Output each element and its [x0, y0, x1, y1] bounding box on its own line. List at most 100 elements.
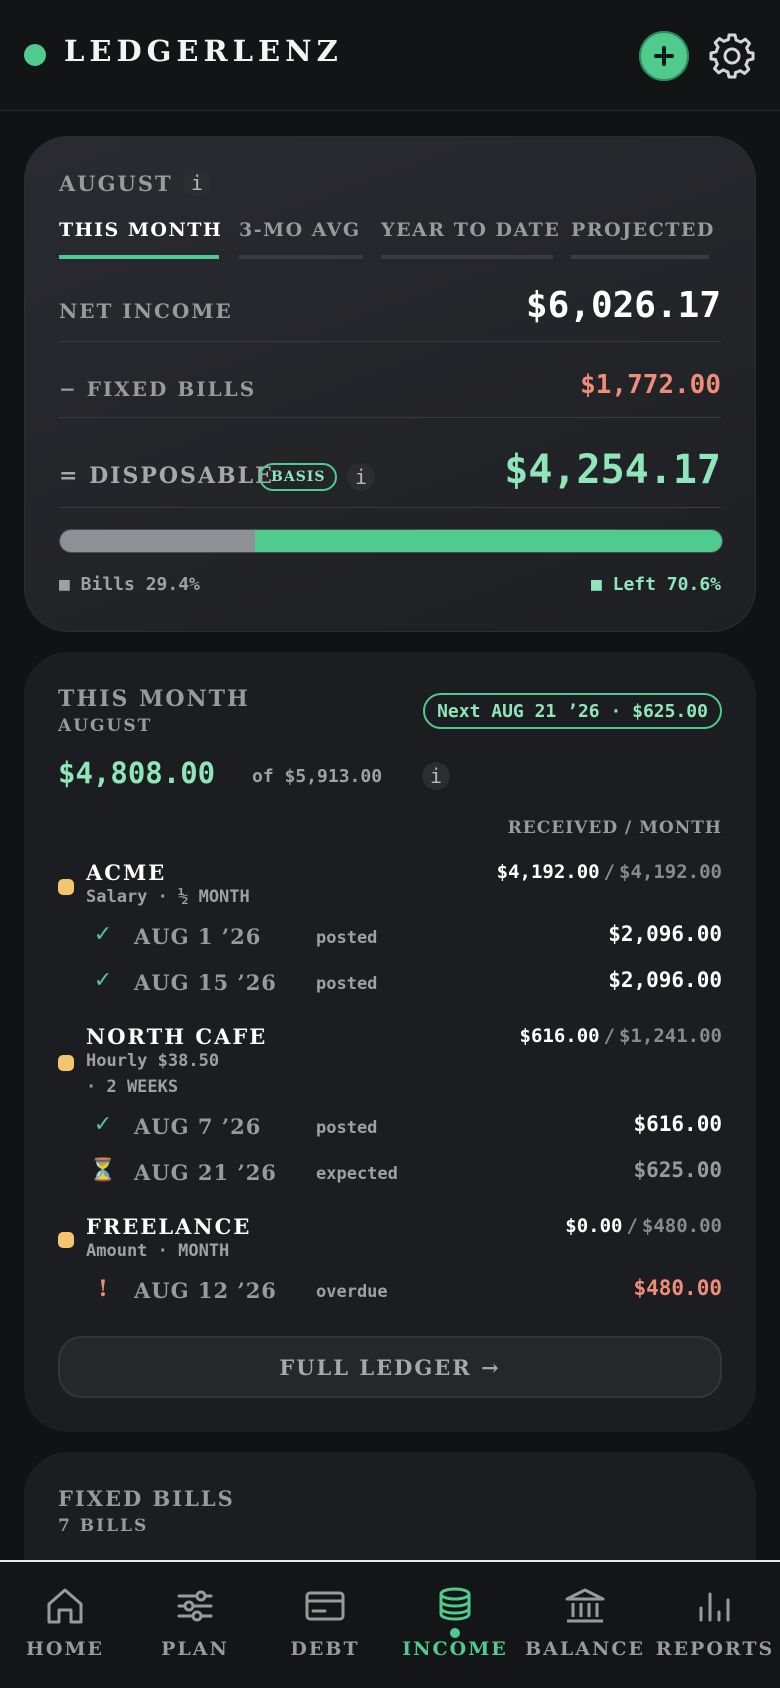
net-income-value: $6,026.17 [525, 285, 721, 326]
expected-total: of $5,913.00 [252, 766, 383, 787]
hourglass-icon: ⏳ [89, 1158, 117, 1183]
income-card: THIS MONTH AUGUST Next AUG 21 ’26 · $625… [24, 652, 756, 1432]
add-button[interactable] [639, 31, 689, 81]
payment-amount: $2,096.00 [608, 968, 722, 992]
divider [59, 507, 721, 508]
source-amounts: $4,192.00/$4,192.00 [497, 861, 722, 883]
fixed-bills-label: − FIXED BILLS [59, 377, 257, 401]
payment-status: expected [316, 1164, 398, 1184]
amount-separator: / [626, 1215, 638, 1237]
bills-portion [60, 530, 255, 552]
payment-date: AUG 21 ’26 [134, 1160, 277, 1185]
payment-status: posted [316, 928, 378, 948]
sliders-icon [177, 1590, 213, 1622]
pending-dot [58, 1055, 74, 1071]
tab-this-month[interactable]: THIS MONTH [59, 219, 221, 259]
tab-3mo-avg[interactable]: 3-MO AVG [239, 219, 363, 259]
app-title: LEDGERLENZ [64, 34, 343, 68]
amount-separator: / [603, 861, 616, 883]
source-name: NORTH CAFE [86, 1024, 268, 1049]
fixed-bills-title: FIXED BILLS [58, 1486, 235, 1511]
payment-date: AUG 15 ’26 [134, 970, 277, 995]
full-ledger-button[interactable]: FULL LEDGER → [58, 1336, 722, 1398]
nav-label: HOME [25, 1638, 105, 1660]
nav-plan[interactable]: PLAN [130, 1562, 260, 1688]
plus-icon [654, 46, 674, 66]
check-icon: ✓ [93, 922, 113, 947]
source-total: $4,192.00 [619, 861, 722, 883]
source-amounts: $0.00/$480.00 [565, 1215, 722, 1237]
payment-date: AUG 1 ’26 [134, 924, 262, 949]
home-icon [47, 1588, 83, 1624]
gear-icon [709, 33, 755, 79]
source-amounts: $616.00/$1,241.00 [520, 1025, 722, 1047]
payment-amount: $616.00 [633, 1112, 722, 1136]
basis-badge[interactable]: BASIS [259, 463, 338, 491]
disposable-label: = DISPOSABLE [59, 463, 274, 489]
divider [59, 417, 721, 418]
payment-status: posted [316, 974, 378, 994]
fixed-bills-value: $1,772.00 [580, 370, 721, 400]
pending-dot [58, 1232, 74, 1248]
received-total: $4,808.00 [58, 756, 216, 790]
payment-date: AUG 7 ’26 [134, 1114, 262, 1139]
fixed-bills-count: 7 BILLS [58, 1516, 149, 1536]
info-icon[interactable]: i [347, 463, 375, 491]
check-icon: ✓ [93, 968, 113, 993]
nav-balance[interactable]: BALANCE [520, 1562, 650, 1688]
nav-label: REPORTS [655, 1638, 775, 1660]
nav-label: INCOME [402, 1638, 508, 1660]
tab-year-to-date[interactable]: YEAR TO DATE [381, 219, 559, 259]
summary-month: AUGUST [59, 171, 173, 196]
source-name: FREELANCE [86, 1214, 252, 1239]
payment-amount: $480.00 [633, 1276, 722, 1300]
divider [59, 341, 721, 342]
source-schedule: Amount · MONTH [86, 1241, 230, 1261]
nav-label: DEBT [290, 1638, 360, 1660]
budget-progress-bar [59, 529, 723, 553]
disposable-value: $4,254.17 [504, 447, 721, 493]
settings-button[interactable] [707, 31, 757, 81]
payment-status: posted [316, 1118, 378, 1138]
source-received: $0.00 [565, 1215, 623, 1237]
income-title: THIS MONTH [58, 686, 250, 712]
coins-icon [439, 1587, 471, 1621]
nav-home[interactable]: HOME [0, 1562, 130, 1688]
income-month: AUGUST [58, 716, 153, 736]
payment-status: overdue [316, 1282, 388, 1302]
pending-dot [58, 879, 74, 895]
nav-income[interactable]: INCOME [390, 1562, 520, 1688]
source-schedule: Salary · ½ MONTH [86, 887, 250, 907]
warning-icon: ! [98, 1276, 108, 1302]
info-icon[interactable]: i [183, 169, 211, 197]
tab-projected[interactable]: PROJECTED [571, 219, 713, 259]
received-column-header: RECEIVED / MONTH [507, 818, 722, 838]
info-icon[interactable]: i [422, 762, 450, 790]
source-total: $1,241.00 [619, 1025, 722, 1047]
payment-date: AUG 12 ’26 [134, 1278, 277, 1303]
left-legend: ■ Left 70.6% [590, 574, 721, 595]
bottom-nav: HOME PLAN DEBT INCOME BALANCE REPORTS [0, 1560, 780, 1688]
payment-amount: $2,096.00 [608, 922, 722, 946]
left-portion [254, 530, 722, 552]
source-name: ACME [86, 860, 167, 885]
amount-separator: / [603, 1025, 616, 1047]
check-icon: ✓ [93, 1112, 113, 1137]
bills-legend: ■ Bills 29.4% [59, 574, 200, 595]
net-income-label: NET INCOME [59, 299, 233, 323]
app-header: LEDGERLENZ [0, 0, 780, 111]
source-frequency: · 2 WEEKS [86, 1077, 179, 1097]
next-payment-pill[interactable]: Next AUG 21 ’26 · $625.00 [423, 693, 722, 729]
nav-label: PLAN [161, 1638, 229, 1660]
bank-icon [565, 1588, 605, 1623]
source-received: $4,192.00 [496, 861, 600, 883]
credit-card-icon [305, 1591, 345, 1621]
nav-reports[interactable]: REPORTS [650, 1562, 780, 1688]
nav-debt[interactable]: DEBT [260, 1562, 390, 1688]
source-received: $616.00 [519, 1025, 600, 1047]
source-schedule: Hourly $38.50 [86, 1051, 220, 1071]
nav-label: BALANCE [525, 1638, 645, 1660]
summary-card: AUGUST i THIS MONTH 3-MO AVG YEAR TO DAT… [24, 136, 756, 632]
payment-amount: $625.00 [633, 1158, 722, 1182]
active-indicator [450, 1628, 460, 1638]
